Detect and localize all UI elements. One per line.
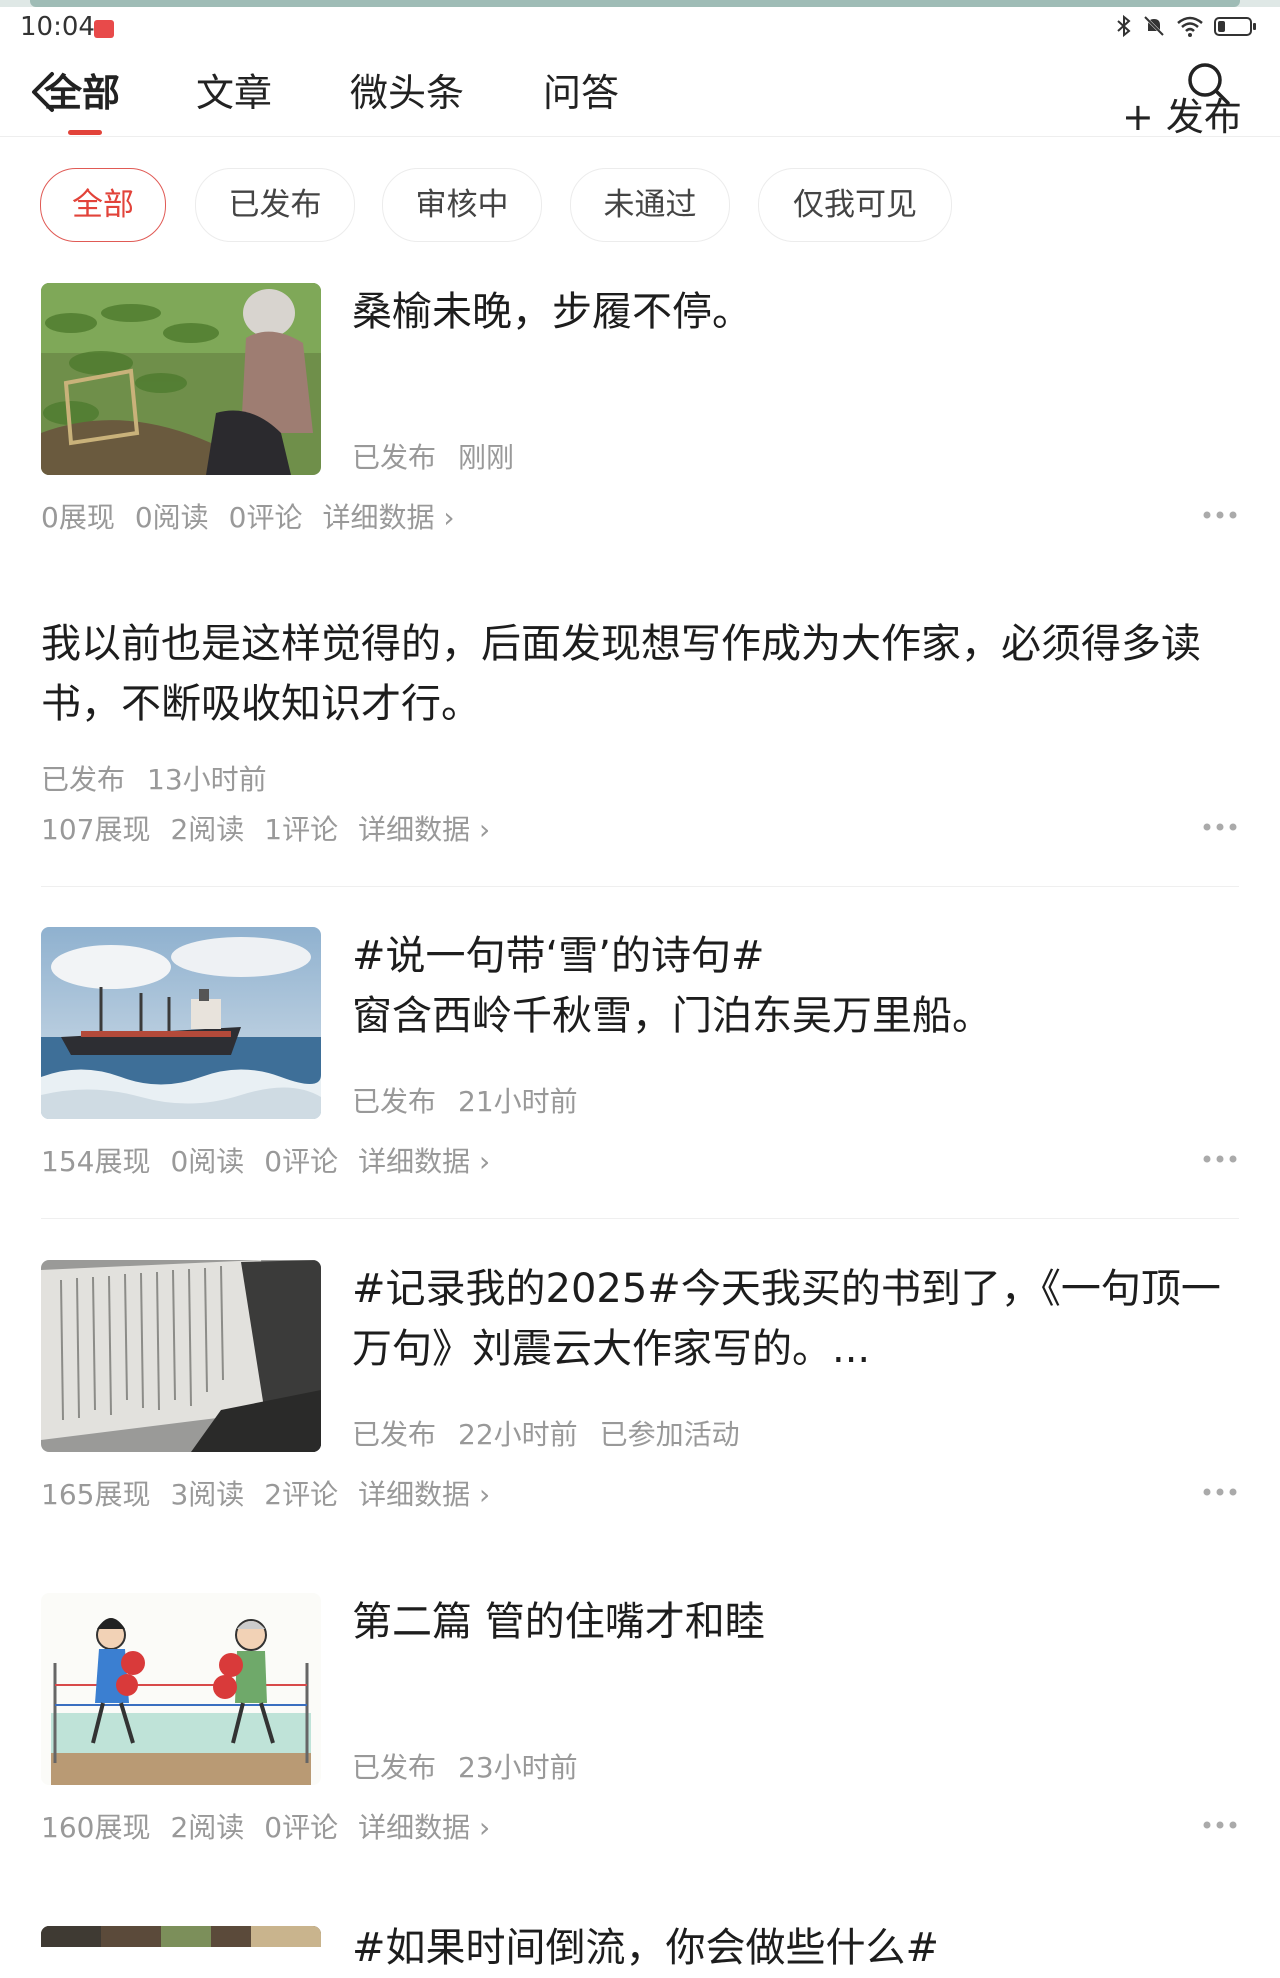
post-stats: 165展现 3阅读 2评论 详细数据 › [41,1473,510,1513]
post-status: 已发布 [352,1085,437,1118]
battery-icon [1214,17,1256,36]
post-time: 23小时前 [458,1751,578,1784]
more-options-icon[interactable] [1202,821,1238,833]
post-thumbnail-image[interactable] [41,1926,321,1947]
top-edge-strip [0,0,1280,7]
stat-impressions: 165展现 [41,1478,151,1511]
active-tab-indicator [68,130,102,135]
post-thumbnail-image[interactable] [41,927,321,1119]
post-meta: 已发布 13小时前 [41,758,289,798]
post-meta: 已发布 23小时前 [352,1746,600,1786]
post-status: 已发布 [41,763,126,796]
post-title[interactable]: 我以前也是这样觉得的，后面发现想写作成为大作家，必须得多读书，不断吸收知识才行。 [41,614,1241,734]
detail-data-link[interactable]: 详细数据 › [358,1145,490,1178]
header-nav: 全部 文章 微头条 问答 + 发布 [0,48,1280,139]
stat-impressions: 107展现 [41,813,151,846]
post-time: 21小时前 [458,1085,578,1118]
post-time: 22小时前 [458,1418,578,1451]
app-notification-icon [94,20,114,38]
stat-comments: 0评论 [228,501,303,534]
post-stats: 107展现 2阅读 1评论 详细数据 › [41,808,510,848]
stat-impressions: 154展现 [41,1145,151,1178]
post-thumbnail-image[interactable] [41,1260,321,1452]
detail-data-link[interactable]: 详细数据 › [358,813,490,846]
more-options-icon[interactable] [1202,509,1238,521]
status-time: 10:04 [20,12,95,42]
post-stats: 0展现 0阅读 0评论 详细数据 › [41,496,475,536]
divider [41,1218,1239,1219]
more-options-icon[interactable] [1202,1819,1238,1831]
post-status: 已发布 [352,1751,437,1784]
stat-reads: 3阅读 [170,1478,245,1511]
tab-qa[interactable]: 问答 [543,62,619,117]
post-title[interactable]: #记录我的2025#今天我买的书到了，《一句顶一万句》刘震云大作家写的。... [352,1259,1232,1379]
post-title[interactable]: #说一句带‘雪’的诗句# 窗含西岭千秋雪，门泊东吴万里船。 [352,926,1232,1046]
post-title[interactable]: #如果时间倒流，你会做些什么# [352,1918,1232,1978]
post-time: 刚刚 [458,441,515,474]
stat-reads: 2阅读 [170,813,245,846]
stat-reads: 0阅读 [134,501,209,534]
stat-impressions: 160展现 [41,1811,151,1844]
more-options-icon[interactable] [1202,1153,1238,1165]
mute-icon [1143,15,1165,37]
filter-chip-all[interactable]: 全部 [40,168,166,242]
post-title-line: 窗含西岭千秋雪，门泊东吴万里船。 [352,993,992,1039]
filter-chip-private[interactable]: 仅我可见 [758,168,952,242]
stat-comments: 0评论 [264,1811,339,1844]
filter-chip-published[interactable]: 已发布 [195,168,355,242]
post-activity-tag: 已参加活动 [599,1418,740,1451]
stat-comments: 0评论 [264,1145,339,1178]
post-time: 13小时前 [147,763,267,796]
post-thumbnail-image[interactable] [41,283,321,475]
detail-data-link[interactable]: 详细数据 › [358,1478,490,1511]
detail-data-link[interactable]: 详细数据 › [322,501,454,534]
post-meta: 已发布 刚刚 [352,436,536,476]
divider [41,886,1239,887]
detail-data-link[interactable]: 详细数据 › [358,1811,490,1844]
status-bar: 10:04 [0,8,1280,48]
post-title[interactable]: 桑榆未晚，步履不停。 [352,282,1232,342]
post-stats: 154展现 0阅读 0评论 详细数据 › [41,1140,510,1180]
filter-chip-rejected[interactable]: 未通过 [570,168,730,242]
more-options-icon[interactable] [1202,1486,1238,1498]
stat-comments: 1评论 [264,813,339,846]
stat-comments: 2评论 [264,1478,339,1511]
wifi-icon [1177,16,1203,37]
publish-button[interactable]: + 发布 [1122,86,1242,141]
post-status: 已发布 [352,441,437,474]
post-thumbnail-image[interactable] [41,1593,321,1785]
post-status: 已发布 [352,1418,437,1451]
tab-articles[interactable]: 文章 [196,62,272,117]
stat-reads: 0阅读 [170,1145,245,1178]
post-title[interactable]: 第二篇 管的住嘴才和睦 [352,1592,1232,1652]
status-icons [1116,14,1258,38]
stat-impressions: 0展现 [41,501,115,534]
post-stats: 160展现 2阅读 0评论 详细数据 › [41,1806,510,1846]
tab-all[interactable]: 全部 [44,62,120,117]
post-title-line: #说一句带‘雪’的诗句# [352,933,765,979]
tab-micro-posts[interactable]: 微头条 [350,62,464,117]
bluetooth-icon [1117,14,1131,38]
stat-reads: 2阅读 [170,1811,245,1844]
post-meta: 已发布 21小时前 [352,1080,600,1120]
filter-chip-reviewing[interactable]: 审核中 [382,168,542,242]
post-meta: 已发布 22小时前 已参加活动 [352,1413,762,1453]
